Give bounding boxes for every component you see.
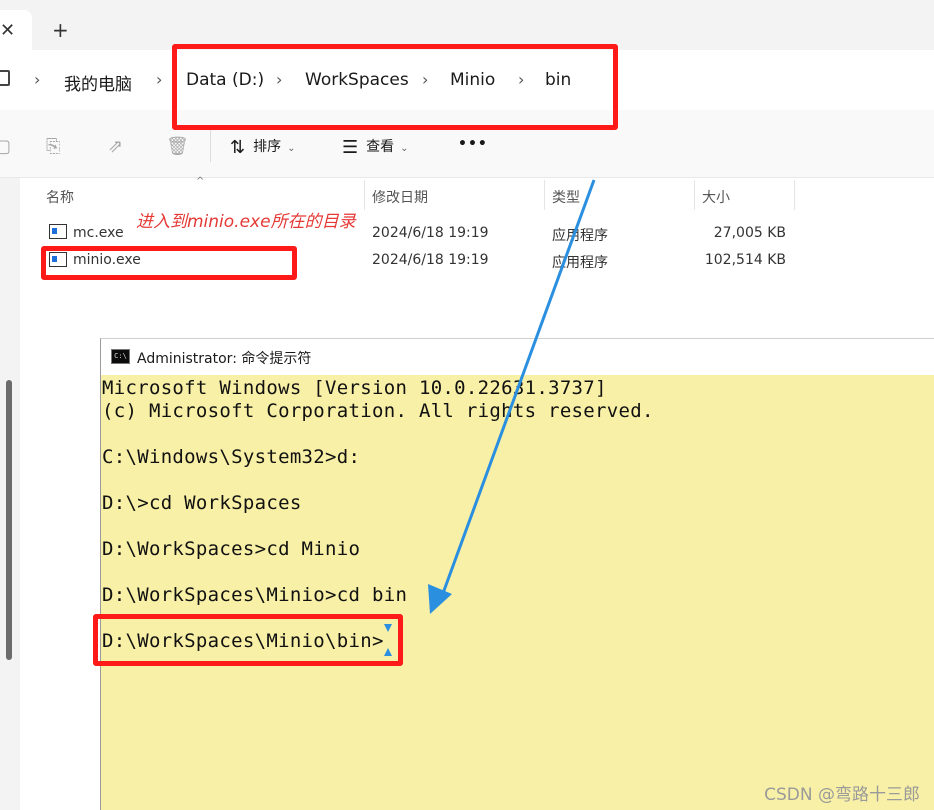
file-type: 应用程序	[552, 228, 608, 244]
file-type: 应用程序	[552, 255, 608, 271]
console-line: D:\WorkSpaces>cd Minio	[102, 538, 361, 560]
highlight-box-file	[41, 246, 297, 280]
rename-icon[interactable]: ⎘	[46, 136, 60, 157]
view-button[interactable]: ☰ 查看 ⌄	[342, 136, 409, 158]
new-item-icon[interactable]: ▢	[0, 136, 11, 157]
exe-file-icon	[49, 224, 67, 239]
sort-ascending-icon: ^	[196, 176, 205, 187]
chevron-down-icon: ⌄	[400, 143, 409, 154]
column-divider[interactable]	[364, 180, 365, 210]
share-icon[interactable]: ⇗	[108, 136, 123, 157]
cmd-window[interactable]: C:\ Administrator: 命令提示符 Microsoft Windo…	[100, 338, 934, 810]
chevron-down-icon: ⌄	[287, 143, 296, 154]
console-line: C:\Windows\System32>d:	[102, 446, 361, 468]
toolbar-divider	[210, 128, 211, 162]
cmd-console[interactable]: Microsoft Windows [Version 10.0.22631.37…	[101, 375, 934, 810]
nav-pane-scrollbar[interactable]	[6, 380, 12, 660]
breadcrumb-chevron-icon[interactable]: ›	[156, 70, 162, 89]
highlight-box-address	[172, 44, 618, 130]
highlight-box-prompt	[93, 614, 403, 666]
tab-bar: ✕ +	[0, 0, 934, 50]
column-header-type[interactable]: 类型	[552, 187, 580, 207]
column-header-modified[interactable]: 修改日期	[372, 187, 428, 207]
file-size: 102,514 KB	[704, 252, 786, 268]
annotation-text: 进入到minio.exe所在的目录	[136, 212, 356, 232]
console-line: (c) Microsoft Corporation. All rights re…	[102, 400, 654, 422]
breadcrumb-my-computer[interactable]: 我的电脑	[64, 70, 132, 95]
console-line: D:\WorkSpaces\Minio>cd bin	[102, 584, 408, 606]
cmd-title-bar[interactable]: C:\ Administrator: 命令提示符	[101, 339, 934, 375]
new-tab-icon[interactable]: +	[52, 18, 69, 42]
view-label: 查看	[366, 139, 395, 155]
column-header-name[interactable]: 名称	[46, 187, 74, 207]
delete-icon[interactable]: 🗑	[166, 136, 189, 157]
sort-label: 排序	[253, 139, 282, 155]
column-divider[interactable]	[794, 180, 795, 210]
file-name[interactable]: mc.exe	[73, 225, 124, 241]
watermark: CSDN @弯路十三郎	[764, 785, 920, 805]
sort-icon: ⇅	[230, 137, 246, 158]
column-divider[interactable]	[544, 180, 545, 210]
view-icon: ☰	[342, 137, 359, 158]
close-tab-icon[interactable]: ✕	[0, 20, 15, 41]
cmd-window-title: Administrator: 命令提示符	[137, 351, 312, 367]
file-modified: 2024/6/18 19:19	[372, 225, 489, 241]
console-line: Microsoft Windows [Version 10.0.22631.37…	[102, 377, 607, 399]
file-size: 27,005 KB	[713, 225, 786, 241]
sort-button[interactable]: ⇅ 排序 ⌄	[230, 136, 295, 158]
more-options-button[interactable]: •••	[458, 136, 488, 152]
column-divider[interactable]	[694, 180, 695, 210]
computer-icon[interactable]	[0, 70, 10, 86]
column-header-size[interactable]: 大小	[702, 187, 730, 207]
console-line: D:\>cd WorkSpaces	[102, 492, 302, 514]
breadcrumb-chevron-icon[interactable]: ›	[34, 70, 40, 89]
cmd-app-icon: C:\	[111, 349, 130, 364]
file-modified: 2024/6/18 19:19	[372, 252, 489, 268]
